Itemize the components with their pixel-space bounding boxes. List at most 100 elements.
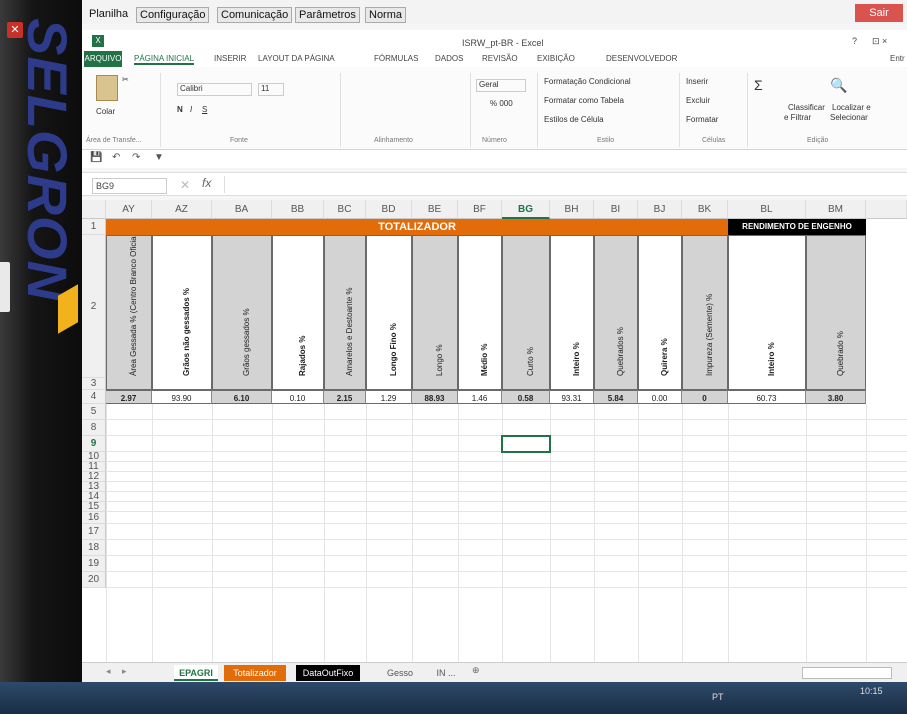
name-box[interactable]: BG9 bbox=[92, 178, 167, 194]
tab-formulas[interactable]: FÓRMULAS bbox=[374, 54, 418, 63]
clock[interactable]: 10:15 bbox=[860, 686, 883, 696]
value-cell[interactable]: 0 bbox=[682, 390, 728, 404]
value-cell[interactable]: 0.00 bbox=[638, 390, 682, 404]
row-header[interactable]: 2 bbox=[82, 235, 106, 378]
column-header[interactable]: BC bbox=[324, 200, 366, 219]
select-all-corner[interactable] bbox=[82, 200, 106, 219]
column-header[interactable]: BD bbox=[366, 200, 412, 219]
tab-parametros[interactable]: Parâmetros bbox=[295, 7, 360, 23]
row-header[interactable]: 14 bbox=[82, 492, 106, 502]
filter-icon[interactable]: ▼ bbox=[154, 152, 164, 163]
find-select-button[interactable]: Localizar e bbox=[832, 103, 871, 112]
value-cell[interactable]: 0.58 bbox=[502, 390, 550, 404]
column-header[interactable]: BJ bbox=[638, 200, 682, 219]
tab-entrar[interactable]: Entr bbox=[890, 54, 905, 63]
row-header[interactable]: 1 bbox=[82, 219, 106, 235]
value-cell[interactable]: 60.73 bbox=[728, 390, 806, 404]
tab-arquivo[interactable]: ARQUIVO bbox=[84, 51, 122, 67]
row-header[interactable]: 10 bbox=[82, 452, 106, 462]
row-header[interactable]: 20 bbox=[82, 572, 106, 588]
row-header[interactable]: 15 bbox=[82, 502, 106, 512]
sheet-tab-gesso[interactable]: Gesso bbox=[380, 665, 420, 681]
format-cells-button[interactable]: Formatar bbox=[686, 115, 718, 124]
percent-button[interactable]: % 000 bbox=[490, 99, 513, 108]
value-cell[interactable]: 1.46 bbox=[458, 390, 502, 404]
undo-icon[interactable]: ↶ bbox=[112, 152, 120, 163]
find-icon[interactable]: 🔍 bbox=[830, 77, 847, 94]
formula-input[interactable] bbox=[224, 176, 899, 193]
row-header[interactable]: 19 bbox=[82, 556, 106, 572]
cut-icon[interactable]: ✂ bbox=[122, 75, 129, 84]
paste-icon[interactable] bbox=[96, 75, 118, 101]
conditional-format-button[interactable]: Formatação Condicional bbox=[544, 77, 631, 86]
row-header[interactable]: 8 bbox=[82, 420, 106, 436]
value-cell[interactable]: 6.10 bbox=[212, 390, 272, 404]
underline-button[interactable]: S bbox=[202, 105, 207, 114]
tab-planilha[interactable]: Planilha bbox=[86, 7, 131, 23]
find-select-label[interactable]: Selecionar bbox=[830, 113, 868, 122]
tab-pagina-inicial[interactable]: PÁGINA INICIAL bbox=[134, 54, 195, 65]
value-cell[interactable]: 93.90 bbox=[152, 390, 212, 404]
help-icon[interactable]: ? bbox=[852, 36, 857, 46]
row-header[interactable]: 11 bbox=[82, 462, 106, 472]
column-header[interactable]: BA bbox=[212, 200, 272, 219]
row-header[interactable]: 18 bbox=[82, 540, 106, 556]
row-header[interactable]: 17 bbox=[82, 524, 106, 540]
value-cell[interactable]: 2.15 bbox=[324, 390, 366, 404]
column-header[interactable]: BI bbox=[594, 200, 638, 219]
value-cell[interactable]: 3.80 bbox=[806, 390, 866, 404]
column-header[interactable]: BM bbox=[806, 200, 866, 219]
language-indicator[interactable]: PT bbox=[712, 692, 724, 702]
column-header[interactable]: BL bbox=[728, 200, 806, 219]
font-name-select[interactable]: Calibri bbox=[177, 83, 252, 96]
cancel-icon[interactable]: ✕ bbox=[180, 178, 190, 192]
tab-norma[interactable]: Norma bbox=[365, 7, 407, 23]
value-cell[interactable]: 1.29 bbox=[366, 390, 412, 404]
font-size-select[interactable]: 11 bbox=[258, 83, 284, 96]
prev-sheet-icon[interactable]: ◂ bbox=[106, 666, 111, 677]
format-table-button[interactable]: Formatar como Tabela bbox=[544, 96, 624, 105]
delete-cells-button[interactable]: Excluir bbox=[686, 96, 710, 105]
save-icon[interactable]: 💾 bbox=[90, 152, 102, 163]
tab-inserir[interactable]: INSERIR bbox=[214, 54, 246, 63]
number-format-select[interactable]: Geral bbox=[476, 79, 526, 92]
bold-button[interactable]: N bbox=[177, 105, 183, 114]
sheet-tab-dataoutfixo[interactable]: DataOutFixo bbox=[296, 665, 360, 681]
side-handle[interactable] bbox=[0, 262, 10, 312]
row-header[interactable]: 16 bbox=[82, 512, 106, 524]
value-cell[interactable]: 2.97 bbox=[106, 390, 152, 404]
horizontal-scrollbar[interactable] bbox=[802, 667, 892, 679]
tab-layout[interactable]: LAYOUT DA PÁGINA bbox=[258, 54, 335, 63]
fx-icon[interactable]: fx bbox=[202, 176, 211, 190]
column-header[interactable]: BF bbox=[458, 200, 502, 219]
sheet-tab-more[interactable]: IN ... bbox=[426, 665, 466, 681]
value-cell[interactable]: 93.31 bbox=[550, 390, 594, 404]
insert-cells-button[interactable]: Inserir bbox=[686, 77, 708, 86]
row-header[interactable]: 4 bbox=[82, 390, 106, 404]
value-cell[interactable]: 5.84 bbox=[594, 390, 638, 404]
sum-icon[interactable]: Σ bbox=[754, 77, 763, 93]
row-header[interactable]: 3 bbox=[82, 378, 106, 390]
spreadsheet-grid[interactable]: AY AZ BA BB BC BD BE BF BG BH BI BJ BK BL BM TOTALIZADO… bbox=[82, 200, 907, 662]
column-header[interactable]: BK bbox=[682, 200, 728, 219]
column-header[interactable]: BB bbox=[272, 200, 324, 219]
exit-button[interactable]: Sair bbox=[855, 4, 903, 22]
paste-button[interactable]: Colar bbox=[96, 107, 115, 116]
italic-button[interactable]: I bbox=[190, 105, 192, 114]
row-header[interactable]: 12 bbox=[82, 472, 106, 482]
redo-icon[interactable]: ↷ bbox=[132, 152, 140, 163]
add-sheet-icon[interactable]: ⊕ bbox=[472, 665, 480, 676]
column-header[interactable]: BH bbox=[550, 200, 594, 219]
row-header[interactable]: 5 bbox=[82, 404, 106, 420]
next-sheet-icon[interactable]: ▸ bbox=[122, 666, 127, 677]
sort-filter-label[interactable]: e Filtrar bbox=[784, 113, 811, 122]
column-header[interactable]: BG bbox=[502, 200, 550, 219]
sort-filter-button[interactable]: Classificar bbox=[788, 103, 825, 112]
column-header[interactable]: AZ bbox=[152, 200, 212, 219]
selected-cell[interactable] bbox=[501, 435, 551, 453]
tab-exibicao[interactable]: EXIBIÇÃO bbox=[537, 54, 575, 63]
tab-comunicacao[interactable]: Comunicação bbox=[217, 7, 293, 23]
tab-configuracao[interactable]: Configuração bbox=[136, 7, 210, 23]
value-cell[interactable]: 0.10 bbox=[272, 390, 324, 404]
row-header[interactable]: 13 bbox=[82, 482, 106, 492]
